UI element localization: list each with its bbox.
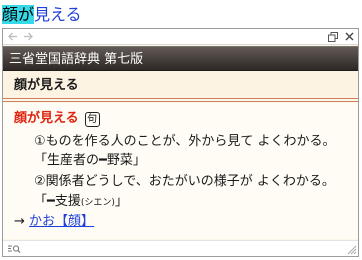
- phrase-badge: 句: [84, 111, 100, 127]
- search-list-icon: [8, 244, 21, 253]
- dictionary-title: 三省堂国語辞典 第七版: [9, 52, 144, 67]
- crossref-arrow: →: [14, 214, 25, 229]
- example-2-ruby: (シエン): [80, 198, 115, 208]
- dictionary-header: 三省堂国語辞典 第七版: [3, 46, 358, 71]
- crossref-link[interactable]: かお【顔】: [29, 214, 94, 229]
- restore-window-icon: [328, 31, 338, 42]
- sense-2: ②関係者どうしで、おたがいの様子が よくわかる。: [34, 174, 335, 189]
- headword-divider: [3, 101, 358, 102]
- restore-button[interactable]: [326, 30, 340, 43]
- forward-button[interactable]: [21, 30, 35, 43]
- query-highlighted-text: 顔が: [2, 5, 35, 24]
- close-icon: [345, 32, 353, 41]
- entry-headline: 顔が見える 句: [14, 110, 100, 128]
- arrow-left-icon: [8, 32, 17, 41]
- example-2: 「━支援(シエン)」: [34, 193, 128, 212]
- headword-bar: 顔が見える: [3, 71, 358, 99]
- search-list-button[interactable]: [6, 242, 22, 255]
- dictionary-entry: 顔が見える 句 ①ものを作る人のことが、外から見て よくわかる。 「生産者の━野…: [3, 103, 358, 239]
- query-rest-text: 見える: [34, 5, 82, 24]
- cross-reference: → かお【顔】: [14, 213, 94, 231]
- popup-toolbar: [3, 29, 358, 45]
- sense-1: ①ものを作る人のことが、外から見て よくわかる。: [34, 134, 336, 149]
- query-line: 顔が見える: [2, 4, 82, 26]
- example-2-prefix: 「━支援: [34, 194, 81, 209]
- arrow-right-icon: [24, 32, 33, 41]
- example-2-suffix: 」: [114, 194, 128, 209]
- headword-bar-label: 顔が見える: [14, 78, 79, 93]
- example-1: 「生産者の━野菜」: [34, 153, 146, 168]
- dictionary-popup: 三省堂国語辞典 第七版 顔が見える 顔が見える 句 ①ものを作る人のことが、外か…: [2, 28, 359, 257]
- entry-headword: 顔が見える: [14, 111, 79, 126]
- resize-grip-icon[interactable]: [346, 244, 357, 255]
- back-button[interactable]: [6, 30, 20, 43]
- status-bar: [3, 240, 358, 256]
- close-button[interactable]: [342, 30, 356, 43]
